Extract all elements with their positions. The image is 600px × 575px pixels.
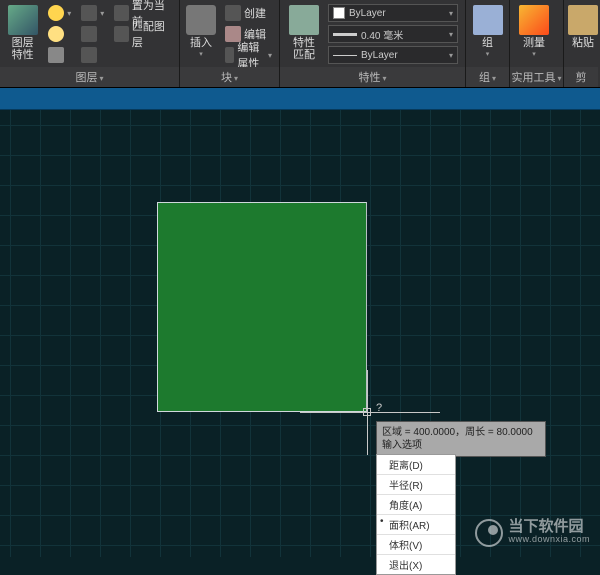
menu-item-exit[interactable]: 退出(X) <box>377 555 455 574</box>
measure-button[interactable]: 测量 ▾ <box>514 3 554 67</box>
edit-attr-button[interactable]: 编辑属性▾ <box>222 45 275 65</box>
drawn-rectangle[interactable] <box>157 202 367 412</box>
watermark-name: 当下软件园 <box>508 520 590 533</box>
sun-icon <box>48 26 64 42</box>
create-icon <box>225 5 241 21</box>
panel-utilities: 测量 ▾ 实用工具▾ <box>510 0 564 87</box>
group-button[interactable]: 组 ▾ <box>470 3 505 67</box>
layer-properties-button[interactable]: 图层特性 <box>4 3 41 67</box>
measure-icon <box>519 5 549 35</box>
tooltip-prompt: 输入选项 <box>382 439 540 452</box>
layer-lock-button[interactable] <box>45 45 74 65</box>
panel-block: 插入 ▾ 创建 编辑 编辑属性▾ 块▾ <box>180 0 280 87</box>
menu-item-radius[interactable]: 半径(R) <box>377 475 455 495</box>
panel-properties: 特性匹配 ByLayer ▾ 0.40 毫米 ▾ ByLayer ▾ <box>280 0 466 87</box>
bulb-icon <box>48 5 64 21</box>
match-properties-icon <box>289 5 319 35</box>
set-current-icon <box>114 5 129 21</box>
lock-icon <box>48 47 64 63</box>
layer-toggle-button[interactable] <box>78 24 107 44</box>
insert-button[interactable]: 插入 ▾ <box>184 3 218 67</box>
group-label: 组 <box>482 37 493 49</box>
menu-item-area[interactable]: 面积(AR) <box>377 515 455 535</box>
match-properties-button[interactable]: 特性匹配 <box>284 3 324 67</box>
panel-title-layers[interactable]: 图层▾ <box>0 67 179 87</box>
match-layer-button[interactable]: 匹配图层 <box>111 24 175 44</box>
layer-state-button[interactable]: ▾ <box>45 3 74 23</box>
linetype-value: ByLayer <box>361 50 398 61</box>
color-dropdown[interactable]: ByLayer ▾ <box>328 4 458 22</box>
watermark-url: www.downxia.com <box>508 533 590 546</box>
lineweight-preview <box>333 33 357 36</box>
panel-group: 组 ▾ 组▾ <box>466 0 510 87</box>
lineweight-value: 0.40 毫米 <box>361 27 403 42</box>
insert-icon <box>186 5 216 35</box>
ribbon: 图层特性 ▾ ▾ 置为当前 匹配图层 图层▾ 插入 ▾ <box>0 0 600 88</box>
layer-toggle-icon <box>81 26 97 42</box>
prompt-marker: ? <box>376 402 382 414</box>
layer-properties-label: 图层特性 <box>12 37 34 61</box>
layer-state-2-button[interactable]: ▾ <box>78 3 107 23</box>
layer-visibility-button[interactable] <box>45 24 74 44</box>
cursor-pickbox <box>363 408 371 416</box>
measure-label: 测量 <box>523 37 545 49</box>
panel-title-clipboard[interactable]: 剪 <box>564 67 598 87</box>
command-tooltip: 区域 = 400.0000，周长 = 80.0000 输入选项 <box>376 421 546 457</box>
layer-misc-icon <box>81 47 97 63</box>
match-properties-label: 特性匹配 <box>293 37 315 61</box>
color-swatch <box>333 7 345 19</box>
paste-button[interactable]: 粘贴 <box>568 3 598 67</box>
quick-access-bar <box>0 88 600 110</box>
layer-properties-icon <box>8 5 38 35</box>
edit-icon <box>225 26 241 42</box>
match-layer-icon <box>114 26 129 42</box>
create-block-button[interactable]: 创建 <box>222 3 275 23</box>
panel-title-utilities[interactable]: 实用工具▾ <box>510 67 563 87</box>
lineweight-dropdown[interactable]: 0.40 毫米 ▾ <box>328 25 458 43</box>
linetype-dropdown[interactable]: ByLayer ▾ <box>328 46 458 64</box>
menu-item-volume[interactable]: 体积(V) <box>377 535 455 555</box>
menu-item-distance[interactable]: 距离(D) <box>377 455 455 475</box>
tooltip-result: 区域 = 400.0000，周长 = 80.0000 <box>382 426 540 439</box>
drawing-canvas[interactable]: ? 区域 = 400.0000，周长 = 80.0000 输入选项 距离(D) … <box>0 110 600 557</box>
match-layer-label: 匹配图层 <box>132 18 172 50</box>
insert-label: 插入 <box>190 37 212 49</box>
menu-item-angle[interactable]: 角度(A) <box>377 495 455 515</box>
paste-label: 粘贴 <box>572 37 594 49</box>
create-label: 创建 <box>244 5 266 21</box>
color-value: ByLayer <box>349 8 386 19</box>
panel-title-group[interactable]: 组▾ <box>466 67 509 87</box>
group-icon <box>473 5 503 35</box>
watermark-logo-icon <box>475 519 503 547</box>
linetype-preview <box>333 55 357 56</box>
watermark: 当下软件园 www.downxia.com <box>475 519 590 547</box>
paste-icon <box>568 5 598 35</box>
panel-layers: 图层特性 ▾ ▾ 置为当前 匹配图层 图层▾ <box>0 0 180 87</box>
layer-misc-button[interactable] <box>78 45 107 65</box>
edit-attr-icon <box>225 47 234 63</box>
layer-icon <box>81 5 97 21</box>
panel-title-properties[interactable]: 特性▾ <box>280 67 465 87</box>
panel-clipboard: 粘贴 剪 <box>564 0 598 87</box>
panel-title-block[interactable]: 块▾ <box>180 67 279 87</box>
